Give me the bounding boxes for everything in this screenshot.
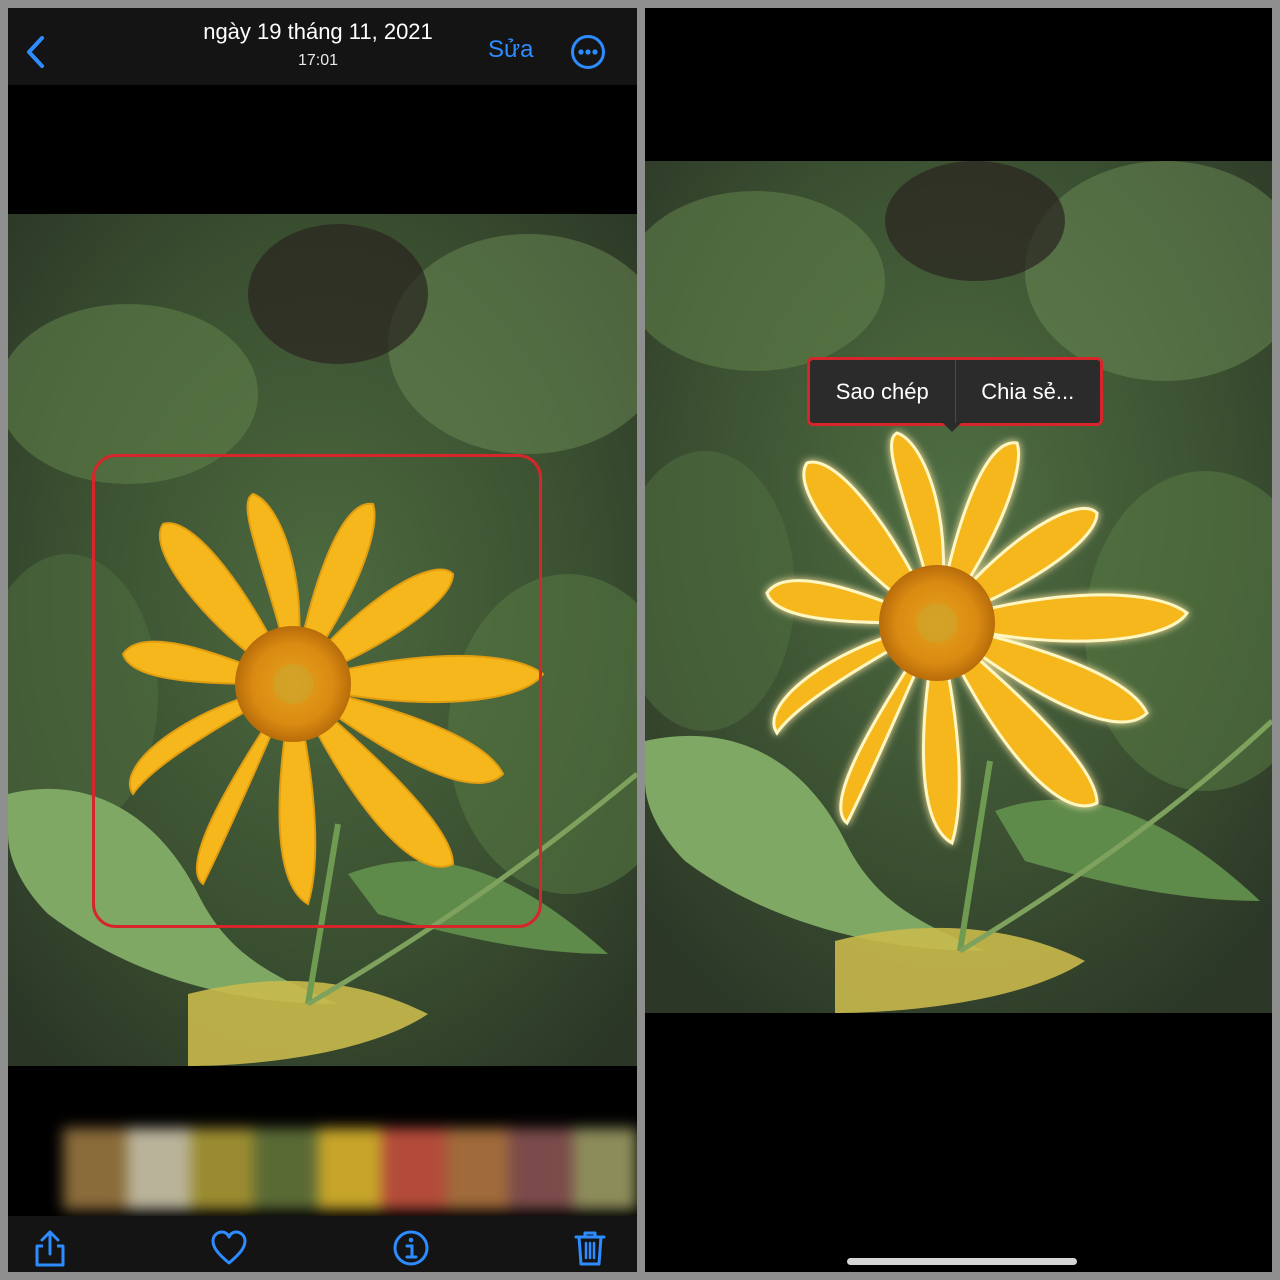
back-button[interactable]: [20, 32, 52, 72]
thumbnail[interactable]: [509, 1128, 574, 1210]
heart-icon: [211, 1230, 247, 1265]
thumbnail[interactable]: [63, 1128, 127, 1210]
info-icon: [393, 1230, 429, 1266]
photo-time: 17:01: [297, 52, 339, 69]
share-icon: [35, 1230, 65, 1267]
photo-title: ngày 19 tháng 11, 2021 17:01: [118, 18, 518, 72]
chevron-left-icon: [27, 36, 44, 68]
photo-viewer-right: Sao chép Chia sẻ...: [645, 8, 1272, 1272]
copy-menu-item[interactable]: Sao chép: [810, 360, 955, 423]
context-menu-pointer: [943, 423, 961, 432]
thumbnail[interactable]: [573, 1128, 637, 1210]
delete-button[interactable]: [570, 1228, 610, 1268]
edit-button[interactable]: Sửa: [488, 36, 533, 64]
thumbnail[interactable]: [381, 1128, 446, 1210]
bottom-toolbar: [8, 1216, 637, 1272]
share-menu-item[interactable]: Chia sẻ...: [956, 360, 1101, 423]
thumbnail[interactable]: [318, 1128, 382, 1210]
flower-image: [645, 161, 1272, 1013]
home-indicator[interactable]: [847, 1258, 1077, 1265]
favorite-button[interactable]: [209, 1228, 249, 1268]
share-button[interactable]: [30, 1228, 70, 1268]
flower-photo-subject-lifted[interactable]: [645, 161, 1272, 1013]
thumbnail[interactable]: [445, 1128, 510, 1210]
more-options-button[interactable]: [570, 34, 606, 70]
photo-date: ngày 19 tháng 11, 2021: [203, 19, 433, 44]
trash-icon: [574, 1231, 606, 1266]
thumbnail[interactable]: [190, 1128, 255, 1210]
info-button[interactable]: [391, 1228, 431, 1268]
thumbnail[interactable]: [126, 1128, 191, 1210]
ellipsis-circle-icon: [571, 35, 605, 69]
thumbnail[interactable]: [254, 1128, 319, 1210]
top-navigation-bar: ngày 19 tháng 11, 2021 17:01 Sửa: [8, 8, 637, 85]
subject-highlight-frame: [92, 454, 542, 928]
thumbnail-strip[interactable]: [63, 1128, 637, 1210]
context-menu: Sao chép Chia sẻ...: [807, 357, 1103, 426]
photo-viewer-left: ngày 19 tháng 11, 2021 17:01 Sửa: [8, 8, 637, 1272]
